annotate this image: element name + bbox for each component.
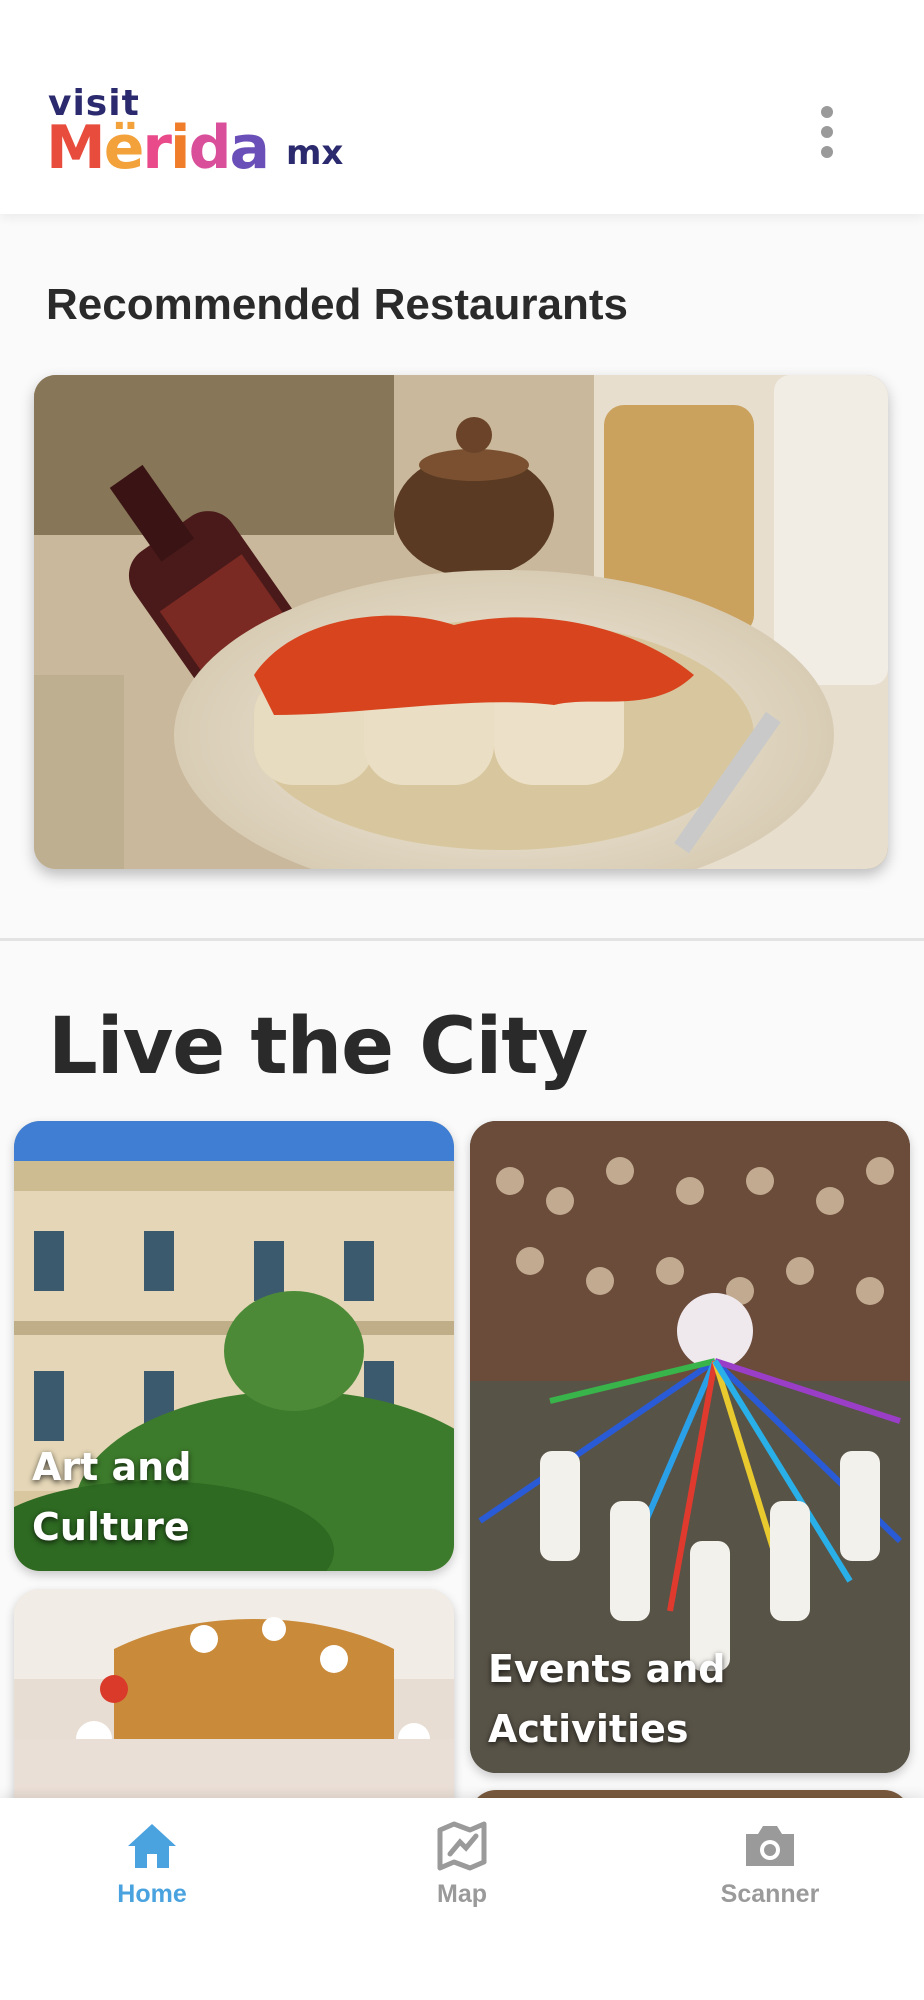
app-header: visit Mërida mx xyxy=(0,0,924,214)
logo-letter: d xyxy=(188,113,232,183)
nav-map[interactable]: Map xyxy=(362,1820,562,1940)
visit-merida-logo[interactable]: visit Mërida mx xyxy=(46,86,366,186)
more-vertical-icon[interactable] xyxy=(806,104,846,160)
logo-letter: r xyxy=(142,113,172,183)
section-divider xyxy=(0,938,924,941)
logo-letter: ë xyxy=(103,113,145,183)
tile-label: Art and Culture xyxy=(32,1437,412,1557)
logo-letter: M xyxy=(46,113,106,183)
tile-label-line: Events and xyxy=(488,1647,726,1691)
nav-map-label: Map xyxy=(437,1880,487,1908)
restaurant-food-image xyxy=(34,375,888,869)
home-icon xyxy=(128,1824,176,1868)
tile-label-line: Art and xyxy=(32,1445,192,1489)
tile-art-and-culture[interactable]: Art and Culture xyxy=(14,1121,454,1571)
tile-events-and-activities[interactable]: Events and Activities xyxy=(470,1121,910,1773)
logo-merida-text: Mërida xyxy=(46,113,270,183)
nav-home[interactable]: Home xyxy=(52,1820,252,1940)
logo-mx-text: mx xyxy=(286,133,344,173)
camera-icon xyxy=(746,1826,794,1866)
logo-letter: a xyxy=(229,113,270,183)
nav-scanner[interactable]: Scanner xyxy=(670,1820,870,1940)
nav-home-label: Home xyxy=(117,1880,187,1908)
tile-label: Events and Activities xyxy=(488,1639,868,1759)
bottom-navigation: Home Map Scanner xyxy=(0,1798,924,2000)
recommended-restaurants-title: Recommended Restaurants xyxy=(46,280,628,329)
restaurant-card[interactable] xyxy=(34,375,888,869)
tile-label-line: Culture xyxy=(32,1505,190,1549)
logo-letter: i xyxy=(170,113,191,183)
nav-scanner-label: Scanner xyxy=(720,1880,820,1908)
live-the-city-title: Live the City xyxy=(48,1002,588,1092)
tile-label-line: Activities xyxy=(488,1707,689,1751)
map-icon xyxy=(437,1821,487,1871)
